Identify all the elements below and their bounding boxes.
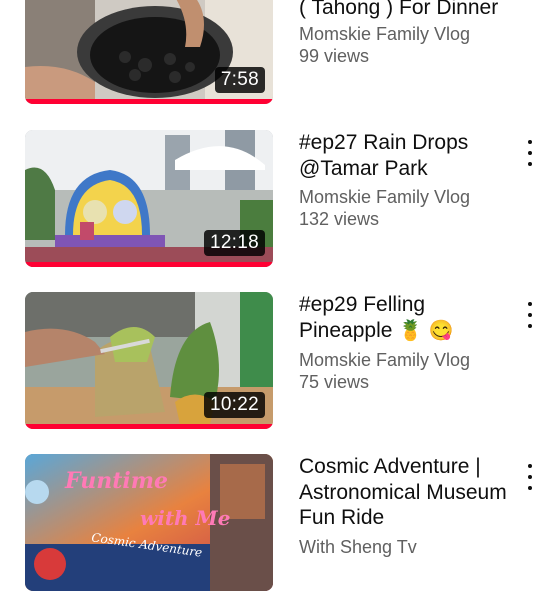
- more-vert-icon[interactable]: [522, 464, 538, 490]
- video-duration: 12:18: [203, 230, 265, 256]
- more-vert-icon[interactable]: [522, 140, 538, 166]
- channel-name[interactable]: Momskie Family Vlog: [299, 349, 511, 371]
- video-duration: 10:22: [203, 392, 265, 418]
- video-thumbnail[interactable]: 12:18: [25, 130, 273, 267]
- watched-progress-bar: [25, 424, 273, 429]
- video-thumbnail[interactable]: 7:58: [25, 0, 273, 104]
- thumbnail-overlay-text: Funtime: [65, 468, 169, 494]
- more-vert-icon[interactable]: [522, 302, 538, 328]
- title-emojis: 🍍 😋: [398, 319, 454, 342]
- channel-name[interactable]: Momskie Family Vlog: [299, 23, 511, 45]
- channel-name[interactable]: Momskie Family Vlog: [299, 186, 511, 208]
- video-info[interactable]: Cosmic Adventure | Astronomical Museum F…: [299, 454, 511, 558]
- video-duration: 7:58: [214, 67, 265, 93]
- video-title[interactable]: #ep29 Felling Pineapple 🍍 😋: [299, 292, 511, 344]
- video-item[interactable]: 12:18 #ep27 Rain Drops @Tamar Park Momsk…: [0, 130, 560, 270]
- view-count: 132 views: [299, 209, 380, 229]
- view-count: 75 views: [299, 372, 370, 392]
- video-info[interactable]: #ep29 Felling Pineapple 🍍 😋 Momskie Fami…: [299, 292, 511, 393]
- thumbnail-overlay-text: with Me: [140, 506, 231, 530]
- video-item[interactable]: 7:58 ( Tahong ) For Dinner Momskie Famil…: [0, 0, 560, 110]
- video-item[interactable]: 10:22 #ep29 Felling Pineapple 🍍 😋 Momski…: [0, 292, 560, 432]
- video-thumbnail[interactable]: Funtime with Me Cosmic Adventure: [25, 454, 273, 591]
- channel-name[interactable]: With Sheng Tv: [299, 536, 511, 558]
- watched-progress-bar: [25, 262, 273, 267]
- view-count: 99 views: [299, 45, 370, 66]
- video-thumbnail[interactable]: 10:22: [25, 292, 273, 429]
- video-title[interactable]: #ep27 Rain Drops @Tamar Park: [299, 130, 511, 181]
- video-info[interactable]: #ep27 Rain Drops @Tamar Park Momskie Fam…: [299, 130, 511, 230]
- video-item[interactable]: Funtime with Me Cosmic Adventure Cosmic …: [0, 454, 560, 591]
- watched-progress-bar: [25, 99, 273, 104]
- video-title[interactable]: ( Tahong ) For Dinner: [299, 0, 511, 21]
- video-title[interactable]: Cosmic Adventure | Astronomical Museum F…: [299, 454, 511, 531]
- video-info[interactable]: ( Tahong ) For Dinner Momskie Family Vlo…: [299, 0, 511, 67]
